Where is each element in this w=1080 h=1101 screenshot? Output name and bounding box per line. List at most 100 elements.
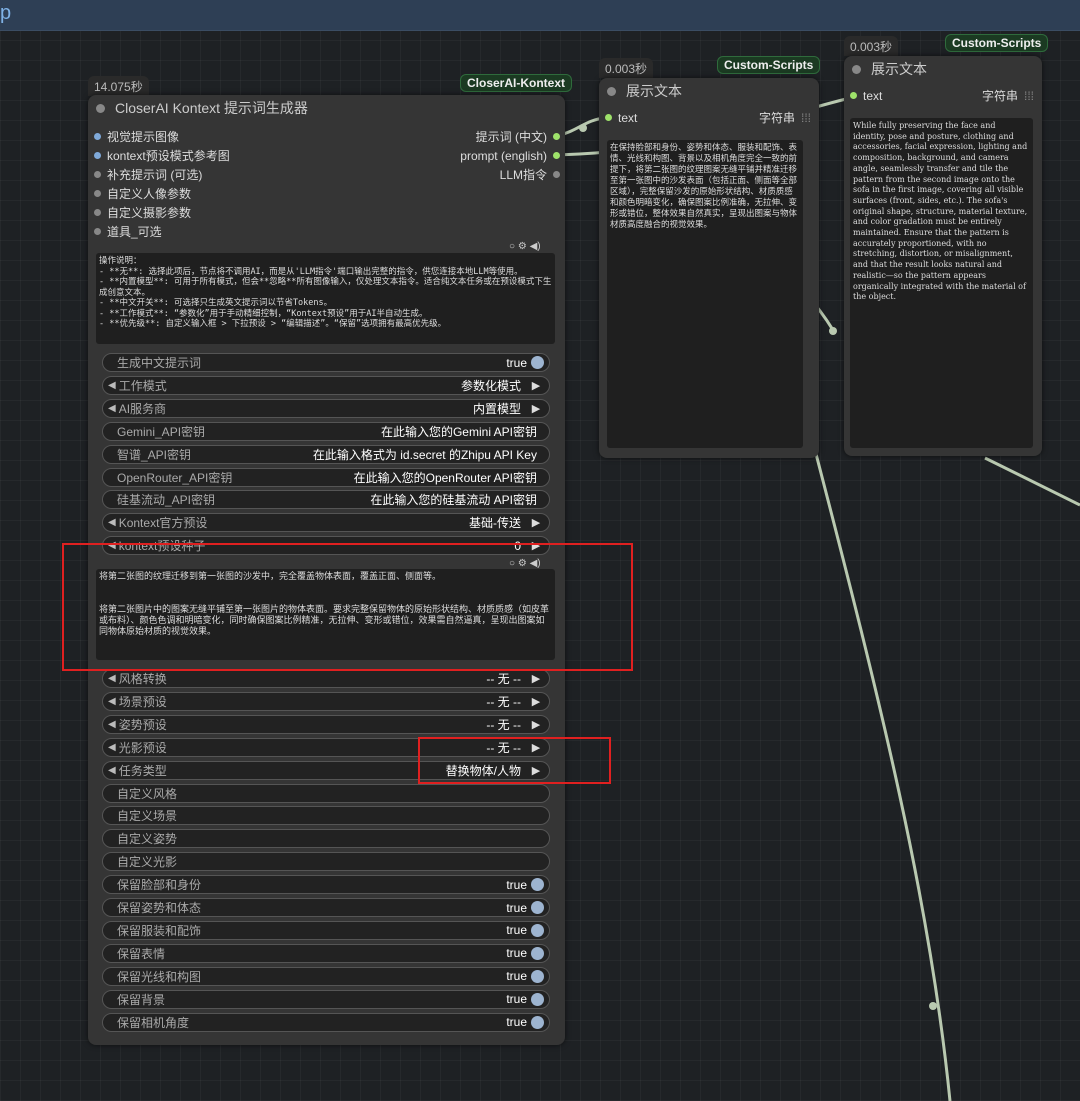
show1-input-row[interactable]: text 字符串 ⁞⁞⁞ <box>599 108 819 127</box>
combo-widget[interactable]: ◀ AI服务商 内置模型 ▶ <box>102 398 550 418</box>
input-slot[interactable]: 自定义摄影参数 <box>88 203 388 222</box>
collapse-dot-icon[interactable] <box>607 86 616 96</box>
show1-input-label: text <box>618 110 638 125</box>
show1-text[interactable]: 在保持脸部和身份、姿势和体态、服装和配饰、表情、光线和构图、背景以及相机角度完全… <box>607 140 803 448</box>
show-text-node-2[interactable]: 展示文本 text 字符串 ⁞⁞⁞ While fully preserving… <box>844 56 1042 456</box>
toggle-knob-icon[interactable] <box>531 901 544 914</box>
text-widget[interactable]: OpenRouter_API密钥 在此输入您的OpenRouter API密钥 <box>102 467 550 487</box>
main-node-title-bar[interactable]: CloserAI Kontext 提示词生成器 <box>88 95 565 121</box>
left-arrow-icon[interactable]: ◀ <box>108 742 116 753</box>
input-slot-dot-icon[interactable] <box>94 152 101 159</box>
left-arrow-icon[interactable]: ◀ <box>108 673 116 684</box>
highlight-box-task-type <box>418 737 611 784</box>
toggle-knob-icon[interactable] <box>531 946 544 960</box>
speaker-icon[interactable]: ◀) <box>530 241 541 252</box>
right-arrow-icon[interactable]: ▶ <box>529 672 543 685</box>
left-arrow-icon[interactable]: ◀ <box>108 517 116 528</box>
output-slot-dot-icon[interactable] <box>553 171 560 178</box>
widget-label: 自定义风格 <box>117 786 178 801</box>
input-slot-dot-icon[interactable] <box>94 190 101 197</box>
right-arrow-icon[interactable]: ▶ <box>529 718 543 731</box>
widget-label: 风格转换 <box>118 672 167 686</box>
text-widget[interactable]: 硅基流动_API密钥 在此输入您的硅基流动 API密钥 <box>102 490 550 510</box>
text-widget[interactable]: 自定义风格 <box>102 783 550 803</box>
widget-label: AI服务商 <box>118 401 167 416</box>
right-arrow-icon[interactable]: ▶ <box>529 695 543 708</box>
circle-icon[interactable]: ○ <box>509 241 515 252</box>
output-slot-dot-icon[interactable] <box>553 133 560 140</box>
left-arrow-icon[interactable]: ◀ <box>108 696 116 707</box>
input-slot-dot-icon[interactable] <box>94 133 101 140</box>
input-slot-label: 自定义人像参数 <box>107 187 192 201</box>
widget-value: true <box>506 1015 527 1029</box>
toggle-knob-icon[interactable] <box>531 969 544 983</box>
input-slot[interactable]: 自定义人像参数 <box>88 184 388 203</box>
left-arrow-icon[interactable]: ◀ <box>108 765 116 776</box>
toggle-widget[interactable]: 保留相机角度 true <box>102 1012 550 1032</box>
input-slot-label: 自定义摄影参数 <box>107 206 192 220</box>
input-slot-dot-icon[interactable] <box>850 92 857 99</box>
widget-label: 硅基流动_API密钥 <box>117 493 216 508</box>
grip-icon[interactable]: ⁞⁞⁞ <box>801 111 811 125</box>
show2-title-bar[interactable]: 展示文本 <box>844 56 1042 82</box>
input-slot-dot-icon[interactable] <box>94 171 101 178</box>
toggle-knob-icon[interactable] <box>531 1015 544 1029</box>
left-arrow-icon[interactable]: ◀ <box>108 719 116 730</box>
collapse-dot-icon[interactable] <box>852 64 861 74</box>
combo-widget[interactable]: ◀ 工作模式 参数化模式 ▶ <box>102 375 550 395</box>
input-slot-dot-icon[interactable] <box>94 209 101 216</box>
input-slot-label: kontext预设模式参考图 <box>107 149 230 163</box>
toggle-knob-icon[interactable] <box>531 923 544 937</box>
instructions-text[interactable]: 操作说明： - **无**: 选择此项后，节点将不调用AI，而是从'LLM指令'… <box>96 253 555 344</box>
toggle-knob-icon[interactable] <box>531 356 544 369</box>
widget-value: true <box>506 992 527 1007</box>
input-slot[interactable]: 补充提示词 (可选) <box>88 165 388 184</box>
output-slot-dot-icon[interactable] <box>553 152 560 159</box>
right-arrow-icon[interactable]: ▶ <box>529 402 543 415</box>
grip-icon[interactable]: ⁞⁞⁞ <box>1024 89 1034 103</box>
text-widget[interactable]: 智谱_API密钥 在此输入格式为 id.secret 的Zhipu API Key <box>102 444 550 464</box>
toggle-widget[interactable]: 保留表情 true <box>102 943 550 963</box>
toggle-widget[interactable]: 保留服装和配饰 true <box>102 920 550 940</box>
input-slot-dot-icon[interactable] <box>605 114 612 121</box>
main-node-badge: CloserAI-Kontext <box>460 74 573 92</box>
output-slot[interactable]: 提示词 (中文) <box>365 127 565 146</box>
left-arrow-icon[interactable]: ◀ <box>108 403 116 414</box>
combo-widget[interactable]: ◀ 风格转换 -- 无 -- ▶ <box>102 669 550 688</box>
input-slot[interactable]: kontext预设模式参考图 <box>88 146 388 165</box>
toggle-widget[interactable]: 生成中文提示词 true <box>102 353 550 372</box>
toggle-knob-icon[interactable] <box>531 878 544 892</box>
widget-label: 保留相机角度 <box>117 1015 190 1030</box>
show-text-node-1[interactable]: 展示文本 text 字符串 ⁞⁞⁞ 在保持脸部和身份、姿势和体态、服装和配饰、表… <box>599 78 819 458</box>
input-slot-dot-icon[interactable] <box>94 228 101 235</box>
combo-widget[interactable]: ◀ 场景预设 -- 无 -- ▶ <box>102 691 550 711</box>
output-slot[interactable]: prompt (english) <box>365 146 565 165</box>
toggle-widget[interactable]: 保留脸部和身份 true <box>102 875 550 895</box>
widget-label: 自定义光影 <box>117 855 178 870</box>
toggle-widget[interactable]: 保留光线和构图 true <box>102 966 550 986</box>
input-slot[interactable]: 道具_可选 <box>88 222 388 241</box>
show2-input-row[interactable]: text 字符串 ⁞⁞⁞ <box>844 86 1042 105</box>
text-widget[interactable]: 自定义光影 <box>102 852 550 872</box>
collapse-dot-icon[interactable] <box>96 103 105 113</box>
right-arrow-icon[interactable]: ▶ <box>529 516 543 529</box>
toggle-knob-icon[interactable] <box>531 992 544 1006</box>
right-arrow-icon[interactable]: ▶ <box>529 379 543 392</box>
widget-value: -- 无 -- <box>486 672 521 686</box>
show2-text[interactable]: While fully preserving the face and iden… <box>850 118 1033 448</box>
gear-icon[interactable]: ⚙ <box>518 241 527 252</box>
left-arrow-icon[interactable]: ◀ <box>108 380 116 391</box>
show1-title-bar[interactable]: 展示文本 <box>599 78 819 104</box>
text-widget[interactable]: 自定义场景 <box>102 806 550 826</box>
output-slot[interactable]: LLM指令 <box>365 165 565 184</box>
text-widget[interactable]: Gemini_API密钥 在此输入您的Gemini API密钥 <box>102 421 550 441</box>
combo-widget[interactable]: ◀ 姿势预设 -- 无 -- ▶ <box>102 714 550 734</box>
text-widget[interactable]: 自定义姿势 <box>102 829 550 849</box>
show2-badge: Custom-Scripts <box>945 34 1049 52</box>
combo-widget[interactable]: ◀ Kontext官方预设 基础-传送 ▶ <box>102 513 550 533</box>
toggle-widget[interactable]: 保留姿势和体态 true <box>102 898 550 917</box>
widget-value: true <box>506 969 527 984</box>
input-slot[interactable]: 视觉提示图像 <box>88 127 388 146</box>
toggle-widget[interactable]: 保留背景 true <box>102 989 550 1009</box>
widget-value: 在此输入您的Gemini API密钥 <box>380 424 537 439</box>
